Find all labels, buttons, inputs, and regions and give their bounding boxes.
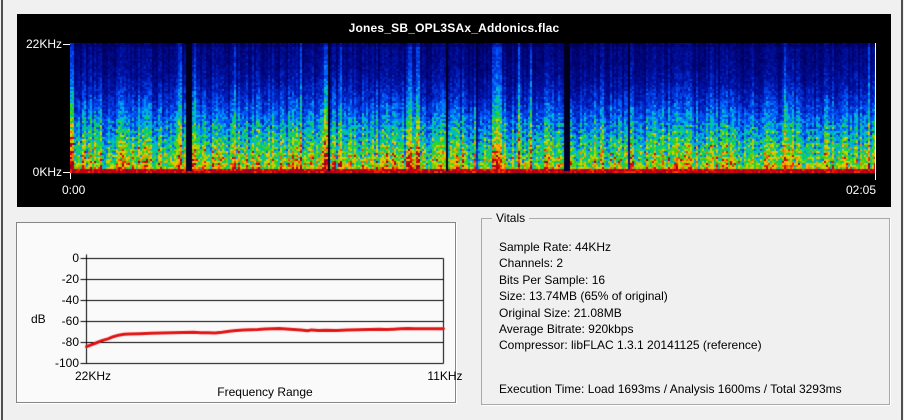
vitals-original-size: Original Size: 21.08MB	[499, 305, 762, 321]
spectrogram-time-start-tick	[70, 173, 71, 179]
ytick-20: -20	[31, 272, 79, 286]
vitals-groupbox: Vitals Sample Rate: 44KHz Channels: 2 Bi…	[481, 218, 890, 405]
frequency-range-panel: 0 -20 -40 -60 -80 -100 dB 22KHz 11KHz Fr…	[16, 222, 456, 403]
time-label-start: 0:00	[62, 183, 85, 197]
vitals-size: Size: 13.74MB (65% of original)	[499, 288, 762, 304]
vitals-sample-rate: Sample Rate: 44KHz	[499, 239, 762, 255]
freq-axis-label-top: 22KHz	[17, 37, 62, 51]
spectrogram-panel: Jones_SB_OPL3SAx_Addonics.flac 22KHz 0KH…	[17, 14, 891, 207]
vitals-channels: Channels: 2	[499, 255, 762, 271]
freq-axis-bottom-tick	[63, 172, 70, 173]
x-axis-title: Frequency Range	[86, 385, 444, 399]
time-label-end: 02:05	[817, 183, 876, 197]
ytick-40: -40	[31, 293, 79, 307]
ytick-100: -100	[31, 356, 79, 370]
ytick-80: -80	[31, 335, 79, 349]
ytick-0: 0	[31, 251, 79, 265]
freq-axis-label-bottom: 0KHz	[17, 165, 62, 179]
window-border-right	[901, 0, 903, 420]
spectrogram-title: Jones_SB_OPL3SAx_Addonics.flac	[17, 21, 891, 35]
y-axis-title: dB	[31, 312, 57, 326]
window-border-left	[1, 0, 3, 420]
vitals-bitrate: Average Bitrate: 920kbps	[499, 321, 762, 337]
freq-axis-top-tick	[63, 44, 70, 45]
xtick-22khz: 22KHz	[61, 369, 125, 383]
xtick-11khz: 11KHz	[413, 369, 477, 383]
vitals-lines: Sample Rate: 44KHz Channels: 2 Bits Per …	[499, 239, 762, 354]
spectro-app-window: Jones_SB_OPL3SAx_Addonics.flac 22KHz 0KH…	[0, 0, 904, 420]
spectrogram-canvas	[70, 43, 875, 173]
vitals-bits: Bits Per Sample: 16	[499, 272, 762, 288]
spectrogram-right-axis-line	[875, 43, 876, 180]
vitals-legend: Vitals	[492, 211, 529, 225]
vitals-compressor: Compressor: libFLAC 1.3.1 20141125 (refe…	[499, 337, 762, 353]
execution-time: Execution Time: Load 1693ms / Analysis 1…	[499, 382, 842, 396]
